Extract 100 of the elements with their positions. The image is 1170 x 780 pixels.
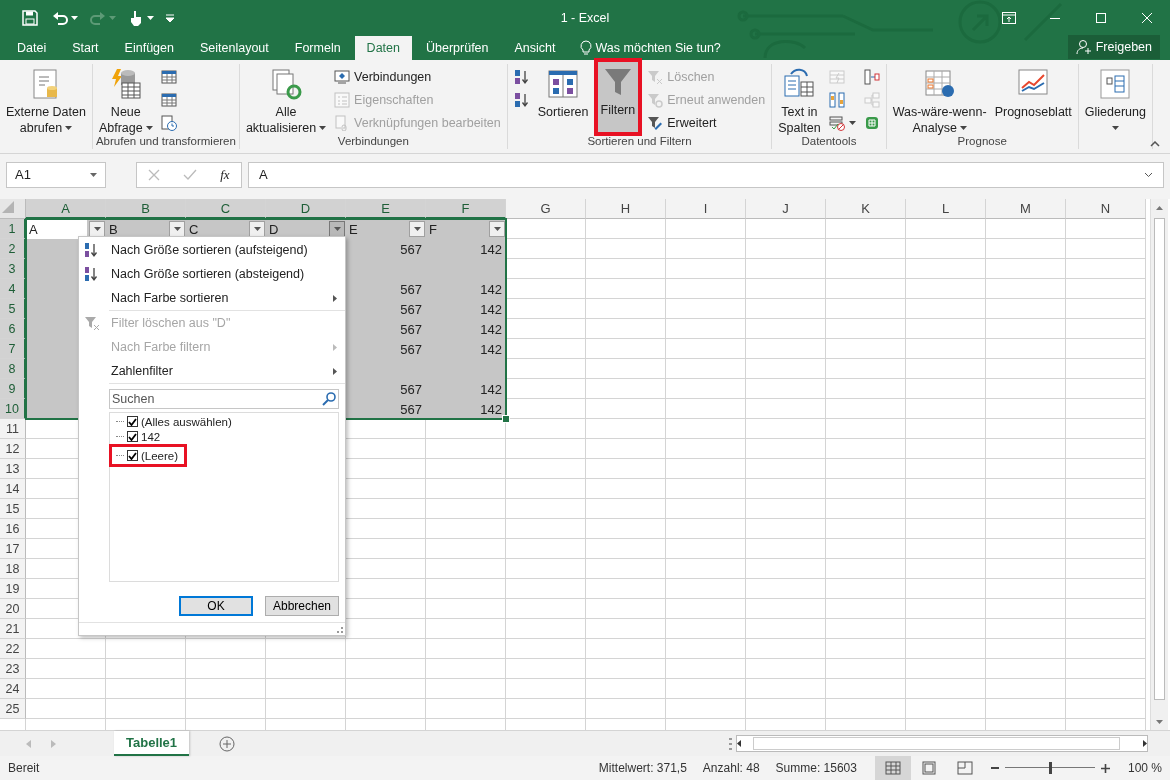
column-header[interactable]: C bbox=[186, 199, 266, 219]
menu-item[interactable]: Zahlenfilter bbox=[79, 359, 345, 383]
table-cell-text: E bbox=[348, 220, 359, 239]
row-header[interactable]: 14 bbox=[0, 479, 26, 499]
column-header[interactable]: H bbox=[586, 199, 666, 219]
ribbon-tab[interactable]: Start bbox=[60, 36, 111, 60]
save-icon bbox=[22, 10, 38, 26]
sheet-tab[interactable]: Tabelle1 bbox=[114, 730, 190, 756]
status-statistic: Summe: 15603 bbox=[775, 761, 857, 775]
row-header[interactable]: 19 bbox=[0, 579, 26, 599]
row-header[interactable]: 3 bbox=[0, 259, 26, 279]
refresh-documents-icon bbox=[270, 68, 302, 100]
filter-dropdown-button[interactable] bbox=[89, 221, 105, 237]
row-header[interactable]: 15 bbox=[0, 499, 26, 519]
row-header[interactable]: 21 bbox=[0, 619, 26, 639]
ribbon-tab[interactable]: Datei bbox=[5, 36, 59, 60]
row-header[interactable]: 22 bbox=[0, 639, 26, 659]
checkbox[interactable] bbox=[127, 450, 138, 461]
ribbon-button[interactable]: Alle aktualisieren bbox=[242, 64, 330, 134]
status-statistic: Mittelwert: 371,5 bbox=[598, 761, 687, 775]
ribbon-tab[interactable]: Einfügen bbox=[112, 36, 186, 60]
table-icon bbox=[160, 69, 177, 85]
ribbon-button[interactable]: Erweitert bbox=[644, 112, 769, 134]
column-header[interactable]: L bbox=[906, 199, 986, 219]
row-header[interactable]: 20 bbox=[0, 599, 26, 619]
ribbon-button[interactable]: Gliederung bbox=[1081, 64, 1149, 134]
zoom-slider-thumb[interactable] bbox=[1048, 762, 1052, 774]
zoom-level[interactable]: 100 % bbox=[1127, 761, 1162, 775]
checkbox[interactable] bbox=[127, 416, 138, 427]
vertical-scrollbar[interactable] bbox=[1150, 199, 1168, 730]
filter-dropdown-button[interactable] bbox=[329, 221, 345, 237]
row-header[interactable]: 13 bbox=[0, 459, 26, 479]
row-header[interactable]: 11 bbox=[0, 419, 26, 439]
row-header[interactable]: 5 bbox=[0, 299, 26, 319]
ribbon-button[interactable]: Sortieren bbox=[534, 64, 592, 134]
column-header[interactable]: F bbox=[426, 199, 506, 219]
row-header[interactable]: 24 bbox=[0, 679, 26, 699]
horizontal-scrollbar[interactable] bbox=[736, 735, 1148, 752]
column-header[interactable]: E bbox=[346, 199, 426, 219]
formula-field[interactable]: A bbox=[248, 161, 1164, 188]
dialog-button[interactable]: Abbrechen bbox=[265, 596, 339, 616]
checklist-item[interactable]: (Leere) bbox=[109, 444, 188, 467]
column-header[interactable]: N bbox=[1066, 199, 1146, 219]
ribbon-tab[interactable]: Seitenlayout bbox=[187, 36, 281, 60]
filter-dropdown-button[interactable] bbox=[489, 221, 505, 237]
row-header[interactable]: 23 bbox=[0, 659, 26, 679]
scroll-right-icon bbox=[1143, 740, 1147, 747]
row-header[interactable]: 6 bbox=[0, 319, 26, 339]
checklist-item[interactable]: (Alles auswählen) bbox=[116, 414, 235, 429]
menu-item[interactable]: Nach Größe sortieren (absteigend) bbox=[79, 262, 345, 286]
row-header[interactable]: 12 bbox=[0, 439, 26, 459]
table-cell-text: B bbox=[108, 220, 119, 239]
filter-dropdown-button[interactable] bbox=[249, 221, 265, 237]
checklist-item[interactable]: 142 bbox=[116, 429, 164, 444]
row-header[interactable]: 10 bbox=[0, 399, 26, 419]
ribbon-tab[interactable]: Daten bbox=[354, 36, 412, 60]
column-header[interactable]: A bbox=[26, 199, 106, 219]
row-header[interactable]: 9 bbox=[0, 379, 26, 399]
add-sheet-button[interactable] bbox=[219, 735, 236, 752]
insert-function-button[interactable]: fx bbox=[220, 166, 230, 183]
column-header[interactable]: M bbox=[986, 199, 1066, 219]
ribbon-button[interactable]: Filtern bbox=[597, 62, 639, 132]
column-header[interactable]: K bbox=[826, 199, 906, 219]
ribbon-button[interactable]: Was-wäre-wenn- Analyse bbox=[889, 64, 990, 134]
menu-item[interactable]: Nach Farbe sortieren bbox=[79, 286, 345, 310]
column-header[interactable]: I bbox=[666, 199, 746, 219]
view-button[interactable] bbox=[874, 756, 911, 780]
tell-me-field[interactable]: Was möchten Sie tun? bbox=[579, 36, 721, 60]
filter-dropdown-button[interactable] bbox=[409, 221, 425, 237]
share-button[interactable]: Freigeben bbox=[1067, 35, 1160, 59]
name-box[interactable]: A1 bbox=[6, 161, 106, 188]
row-header[interactable]: 18 bbox=[0, 559, 26, 579]
ribbon-tab[interactable]: Ansicht bbox=[502, 36, 568, 60]
column-header[interactable]: G bbox=[506, 199, 586, 219]
dialog-button[interactable]: OK bbox=[179, 596, 253, 616]
search-field[interactable]: Suchen bbox=[109, 389, 339, 409]
ribbon-button[interactable]: Verbindungen bbox=[331, 66, 504, 88]
row-header[interactable]: 7 bbox=[0, 339, 26, 359]
clear-filter-icon bbox=[647, 69, 664, 85]
ribbon-button[interactable]: Externe Daten abrufen bbox=[3, 64, 89, 134]
menu-item[interactable]: Nach Größe sortieren (aufsteigend) bbox=[79, 238, 345, 262]
column-header[interactable]: B bbox=[106, 199, 186, 219]
row-header[interactable]: 2 bbox=[0, 239, 26, 259]
ribbon-tab[interactable]: Überprüfen bbox=[413, 36, 501, 60]
column-header[interactable]: D bbox=[266, 199, 346, 219]
column-header[interactable]: J bbox=[746, 199, 826, 219]
row-header[interactable]: 8 bbox=[0, 359, 26, 379]
row-header[interactable]: 25 bbox=[0, 699, 26, 719]
fill-handle[interactable] bbox=[502, 415, 510, 423]
row-header[interactable]: 1 bbox=[0, 219, 26, 239]
row-header[interactable]: 17 bbox=[0, 539, 26, 559]
status-statistic: Anzahl: 48 bbox=[702, 761, 760, 775]
ribbon-button[interactable]: Prognoseblatt bbox=[991, 64, 1075, 134]
ribbon-button[interactable]: Neue Abfrage bbox=[95, 64, 156, 134]
ribbon-button[interactable]: Text in Spalten bbox=[775, 64, 824, 134]
ribbon-tab[interactable]: Formeln bbox=[282, 36, 353, 60]
checkbox[interactable] bbox=[127, 431, 138, 442]
row-header[interactable]: 16 bbox=[0, 519, 26, 539]
row-header[interactable]: 4 bbox=[0, 279, 26, 299]
filter-dropdown-button[interactable] bbox=[169, 221, 185, 237]
